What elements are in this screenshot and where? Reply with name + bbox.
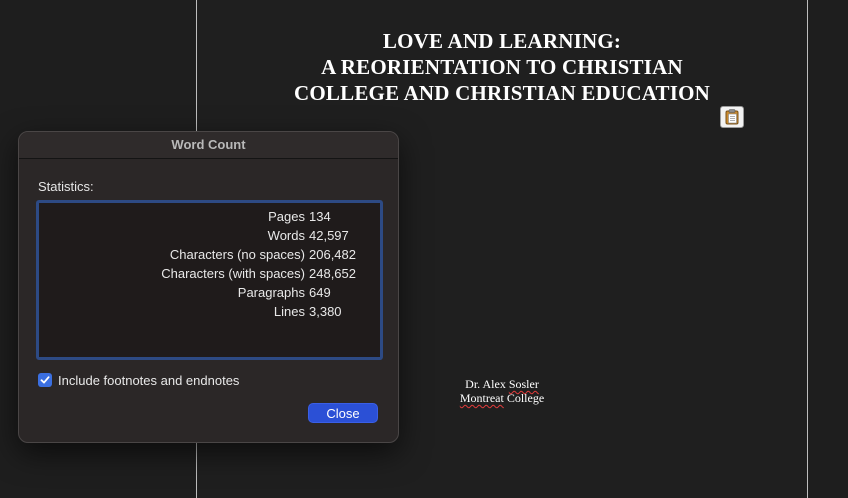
institution-word-2: College xyxy=(503,391,545,405)
stat-value: 248,652 xyxy=(309,266,356,281)
stat-label: Words xyxy=(267,228,305,243)
stat-value: 3,380 xyxy=(309,304,342,319)
author-institution: Montreat College xyxy=(459,391,545,405)
author-last: Sosler xyxy=(508,377,539,391)
stat-row-pages: Pages 134 xyxy=(39,207,380,226)
paste-options-button[interactable] xyxy=(720,106,744,128)
stat-value: 134 xyxy=(309,209,331,224)
stat-row-words: Words 42,597 xyxy=(39,226,380,245)
stat-value: 649 xyxy=(309,285,331,300)
clipboard-icon xyxy=(725,109,739,125)
stat-row-paragraphs: Paragraphs 649 xyxy=(39,283,380,302)
include-footnotes-checkbox[interactable] xyxy=(38,373,52,387)
title-line-3: COLLEGE AND CHRISTIAN EDUCATION xyxy=(294,81,710,105)
checkmark-icon xyxy=(40,376,50,384)
stat-label: Lines xyxy=(273,304,305,319)
stat-value: 42,597 xyxy=(309,228,349,243)
stat-label: Characters (with spaces) xyxy=(161,266,305,281)
author-block: Dr. Alex Sosler Montreat College xyxy=(459,377,545,405)
stat-row-characters-with-spaces: Characters (with spaces) 248,652 xyxy=(39,264,380,283)
close-button[interactable]: Close xyxy=(308,403,378,423)
stat-label: Pages xyxy=(268,209,305,224)
stat-row-characters-no-spaces: Characters (no spaces) 206,482 xyxy=(39,245,380,264)
stat-row-lines: Lines 3,380 xyxy=(39,302,380,321)
stat-label: Characters (no spaces) xyxy=(169,247,305,262)
author-first: Dr. Alex xyxy=(465,377,509,391)
word-count-dialog: Word Count Statistics: Pages 134 Words 4… xyxy=(18,131,399,443)
statistics-label: Statistics: xyxy=(38,179,94,194)
include-footnotes-label[interactable]: Include footnotes and endnotes xyxy=(58,373,239,388)
title-line-1: LOVE AND LEARNING: xyxy=(382,29,622,53)
statistics-table[interactable]: Pages 134 Words 42,597 Characters (no sp… xyxy=(36,200,383,360)
stat-label: Paragraphs xyxy=(237,285,305,300)
document-title: LOVE AND LEARNING: A REORIENTATION TO CH… xyxy=(197,28,807,106)
title-line-2: A REORIENTATION TO CHRISTIAN xyxy=(321,55,683,79)
author-name: Dr. Alex Sosler xyxy=(459,377,545,391)
include-footnotes-option[interactable]: Include footnotes and endnotes xyxy=(38,371,239,389)
stat-value: 206,482 xyxy=(309,247,356,262)
institution-word-1: Montreat xyxy=(459,391,504,405)
dialog-titlebar[interactable]: Word Count xyxy=(19,132,398,159)
